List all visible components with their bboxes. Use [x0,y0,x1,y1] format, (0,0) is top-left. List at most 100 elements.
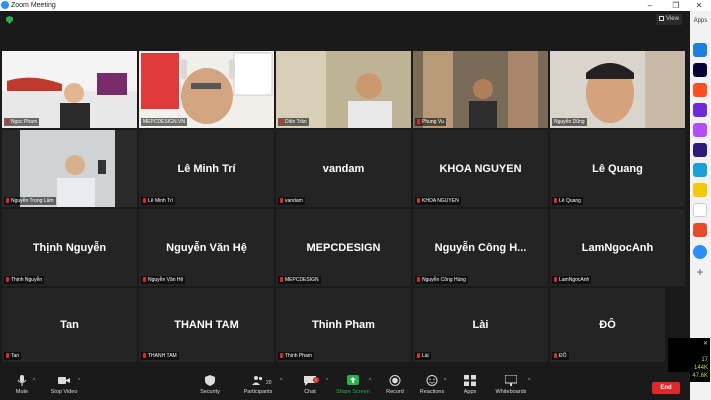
end-meeting-button[interactable]: End [652,382,680,394]
close-icon[interactable]: ✕ [703,340,708,347]
participant-name-label: MEPCDESIGN.VN [141,118,187,126]
participant-tile[interactable]: Thịnh Nguyễn Thịnh Nguyễn [2,209,137,286]
participant-name-label: Ngoc Pham [4,118,40,126]
mute-button[interactable]: Mute [0,375,44,395]
participant-name-label: LamNgocAnh [552,276,592,284]
miro-icon[interactable] [693,63,707,77]
app-icon[interactable] [693,223,707,237]
participant-tile[interactable]: LamNgocAnh LamNgocAnh [550,209,685,286]
restore-icon[interactable]: ❐ [666,0,686,11]
participant-name-label: Tan [4,352,22,360]
participant-tile[interactable]: Nguyễn Công H... Nguyễn Công Hùng [413,209,548,286]
participant-tile[interactable]: Lê Quang Lê Quang [550,130,685,207]
participant-tile[interactable]: ĐÔ ĐÔ [550,288,665,362]
participant-display-name: Nguyễn Công H... [434,241,527,254]
record-icon [389,375,401,386]
stats-fps: 17 [701,357,708,363]
participant-name-label: THANH TAM [141,352,179,360]
participant-name-label: Phung Vu [415,118,446,126]
stats-rate-1: 144K [693,365,708,371]
participant-tile[interactable]: Nguyễn Dũng [550,51,685,128]
participant-name-label: vandam [278,197,305,205]
participant-tile[interactable]: THANH TAM THANH TAM [139,288,274,362]
view-label: View [666,16,679,22]
participant-name-label: Nguyễn Công Hùng [415,276,468,284]
zoom-apps-icon[interactable] [693,43,707,57]
wrike-icon[interactable] [693,143,707,157]
apps-button[interactable]: Apps [448,375,492,395]
participant-video [550,51,685,128]
participant-name-label: Thinh Pham [278,352,314,360]
window-titlebar: Zoom Meeting – ❐ ✕ [0,0,711,11]
muted-mic-icon [417,198,420,203]
participant-display-name: vandam [322,162,365,175]
participant-tile[interactable]: MEPCDESIGN MEPCDESIGN [276,209,411,286]
twine-icon[interactable] [693,203,707,217]
participant-tile[interactable]: Tan Tan [2,288,137,362]
minimize-icon[interactable]: – [640,0,660,11]
share-options-caret[interactable]: ^ [369,378,371,384]
muted-mic-icon [143,353,146,358]
participant-tile[interactable]: Lài Lài [413,288,548,362]
apps-sidebar-label: Apps [693,18,708,24]
participants-button[interactable]: Participants [236,375,280,395]
mural-icon[interactable] [693,83,707,97]
participant-name-label: Thịnh Nguyễn [4,276,45,284]
meeting-top-bar: View [0,11,690,29]
add-app-icon[interactable]: + [693,265,707,279]
whiteboard-icon [505,375,517,386]
participant-display-name: Lê Quang [592,162,643,175]
chat-options-caret[interactable]: ^ [326,378,328,384]
refresh-icon[interactable] [693,245,707,259]
participant-name-label: KHOA NGUYEN [415,197,461,205]
security-button[interactable]: Security [188,375,232,395]
participant-tile[interactable]: Diên Trần [276,51,411,128]
close-icon[interactable]: ✕ [689,0,709,11]
muted-mic-icon [554,277,557,282]
game-icon[interactable] [693,123,707,137]
participant-display-name: Nguyễn Văn Hệ [166,241,247,254]
smiley-icon [426,375,438,386]
muted-mic-icon [280,119,283,124]
participant-video [2,51,137,128]
workvivo-icon[interactable] [693,103,707,117]
smile-icon[interactable] [693,183,707,197]
participant-name-label: Diên Trần [278,118,309,126]
muted-mic-icon [6,119,9,124]
stats-rate-2: 47.6K [692,373,708,379]
window-title: Zoom Meeting [11,2,56,9]
participant-tile[interactable]: Lê Minh Trí Lê Minh Trí [139,130,274,207]
participant-tile[interactable]: Thinh Pham Thinh Pham [276,288,411,362]
shield-icon [205,375,215,386]
participant-display-name: Lê Minh Trí [177,162,236,175]
participant-tile[interactable]: Phung Vu [413,51,548,128]
video-options-caret[interactable]: ^ [78,378,80,384]
participant-tile[interactable]: Nguyễn Trọng Lâm [2,130,137,207]
participant-tile[interactable]: vandam vandam [276,130,411,207]
participant-display-name: Thinh Pham [312,319,375,331]
participant-tile[interactable]: Nguyễn Văn Hệ Nguyễn Văn Hệ [139,209,274,286]
participant-display-name: KHOA NGUYEN [439,162,522,175]
chat-unread-badge: 1 [313,377,319,383]
reactions-options-caret[interactable]: ^ [444,378,446,384]
view-button[interactable]: View [656,14,682,25]
whiteboards-options-caret[interactable]: ^ [528,378,530,384]
participant-tile[interactable]: KHOA NGUYEN KHOA NGUYEN [413,130,548,207]
participant-tile[interactable]: Ngoc Pham [2,51,137,128]
participant-display-name: Lài [472,319,489,331]
apps-grid-icon [464,375,476,386]
muted-mic-icon [417,119,420,124]
participant-tile-active-speaker[interactable]: MEPCDESIGN.VN [139,51,274,128]
participant-name-label: ĐÔ [552,352,569,360]
participant-display-name: ĐÔ [599,319,616,331]
participant-video [413,51,548,128]
participant-name-label: Lê Quang [552,197,583,205]
shield-check-icon[interactable] [6,16,13,24]
whiteboards-button[interactable]: Whiteboards [489,375,533,395]
share-screen-icon [347,375,359,385]
muted-mic-icon [417,277,420,282]
mute-options-caret[interactable]: ^ [33,378,35,384]
participants-options-caret[interactable]: ^ [280,378,282,384]
slack-icon[interactable] [693,163,707,177]
muted-mic-icon [280,198,283,203]
